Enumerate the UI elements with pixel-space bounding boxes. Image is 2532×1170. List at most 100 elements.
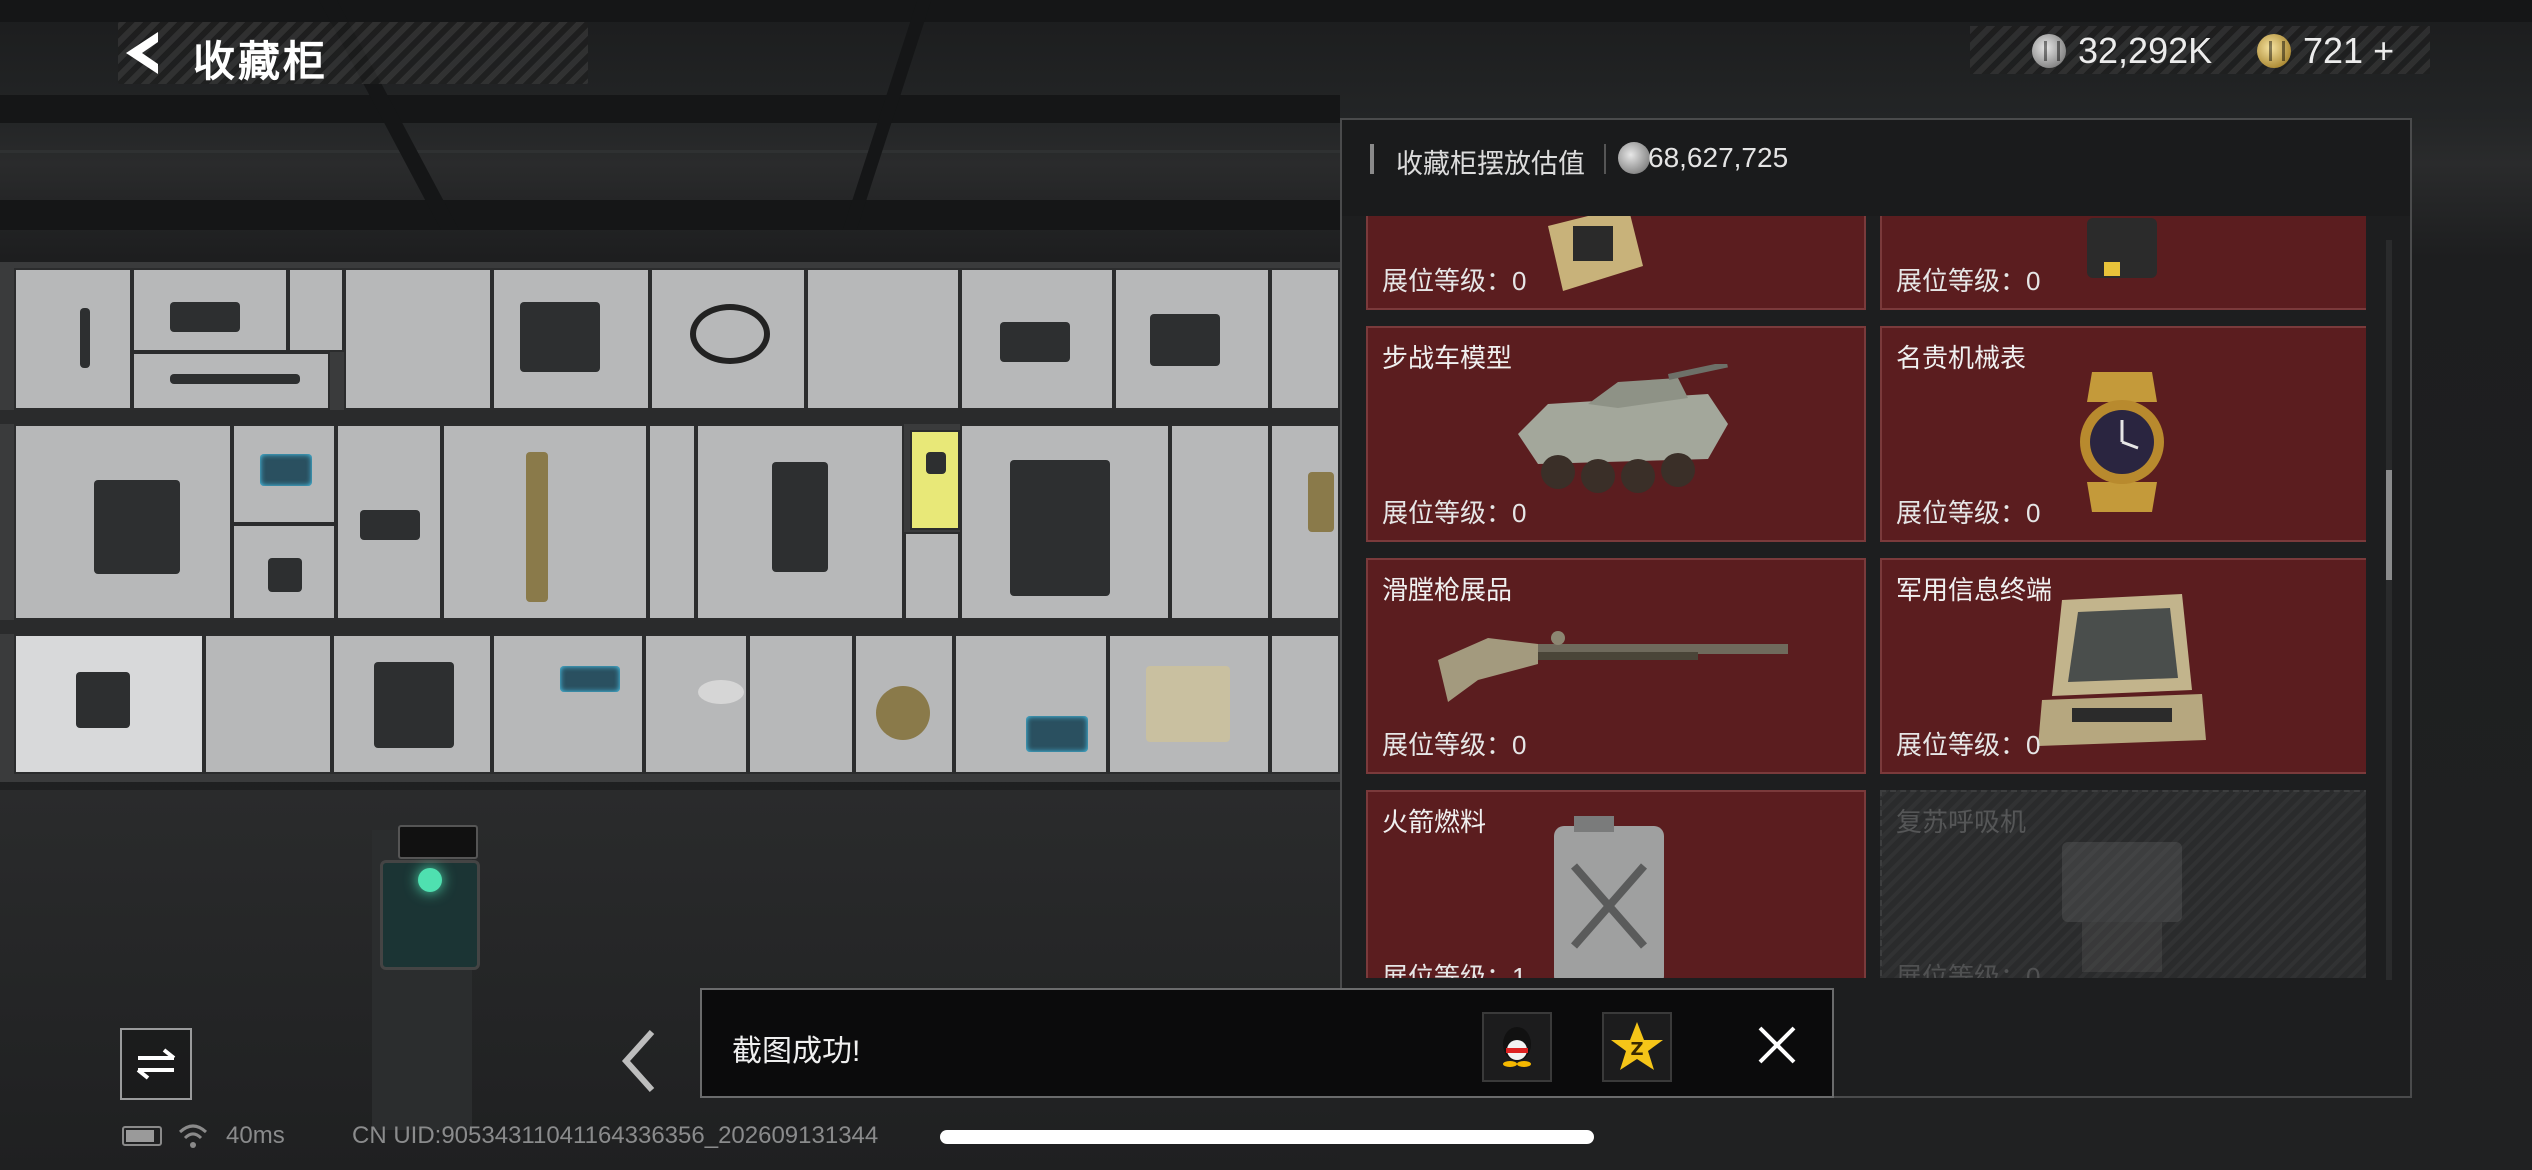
display-slot[interactable] [204, 634, 332, 774]
panel-header: 收藏柜摆放估值 68,627,725 [1342, 120, 2410, 216]
battery-icon [122, 1126, 162, 1146]
chess-board-icon [1146, 666, 1230, 742]
toast-message: 截图成功! [732, 1035, 861, 1068]
ceiling-line [0, 150, 1340, 153]
scrollbar-thumb[interactable] [2386, 470, 2392, 580]
musket-icon [1438, 620, 1798, 710]
display-slot[interactable] [1270, 634, 1340, 774]
display-slot[interactable] [1270, 268, 1340, 410]
qq-share-icon [1503, 1027, 1531, 1067]
display-slot[interactable] [14, 268, 132, 410]
floor [0, 790, 1340, 1170]
device-box-icon [2082, 218, 2162, 288]
display-slot[interactable] [288, 268, 344, 352]
shelf-divider [0, 620, 1340, 634]
panel-title: 收藏柜摆放估值 [1396, 149, 1585, 179]
display-slot[interactable] [644, 634, 748, 774]
collection-card[interactable]: 火箭燃料 展位等级：1 [1366, 790, 1866, 978]
display-slot[interactable] [648, 424, 696, 620]
swap-arrows-icon [136, 1048, 176, 1080]
collection-card[interactable]: 军用信息终端 展位等级：0 [1880, 558, 2366, 774]
divider [1604, 144, 1606, 174]
toolbox-icon [374, 662, 454, 748]
back-button[interactable] [118, 28, 168, 78]
terminal-sign [398, 825, 478, 859]
tablet-icon [260, 454, 312, 486]
shelf-divider [0, 410, 1340, 424]
collection-card[interactable]: 展位等级：0 [1880, 216, 2366, 310]
satellite-dish-icon [698, 680, 744, 704]
card-title: 军用信息终端 [1896, 575, 2053, 605]
collection-card[interactable]: 滑膛枪展品 展位等级：0 [1366, 558, 1866, 774]
scrollbar-track[interactable] [2386, 240, 2392, 980]
previous-button[interactable] [612, 1026, 672, 1096]
luxury-watch-icon [2062, 372, 2182, 512]
close-icon [1758, 1026, 1796, 1064]
display-slot[interactable] [1170, 424, 1270, 620]
card-level: 展位等级：0 [1896, 498, 2041, 528]
camera-icon [360, 510, 420, 540]
card-level: 展位等级：0 [1896, 962, 2041, 978]
server-rack-icon [1010, 460, 1110, 596]
qq-share-button[interactable] [1482, 1012, 1552, 1082]
close-button[interactable] [1752, 1020, 1802, 1070]
collection-card[interactable]: 步战车模型 展位等级：0 [1366, 326, 1866, 542]
display-slot[interactable] [806, 268, 960, 410]
status-bar: 40ms CN UID:9053431104116433635​6_202609… [122, 1120, 1022, 1154]
display-slot[interactable] [904, 532, 960, 620]
rocket-fuel-can-icon [1544, 816, 1674, 978]
bag-icon [76, 672, 130, 728]
silver-amount: 32,292K [2078, 30, 2213, 71]
rifle-icon [170, 374, 300, 384]
armor-icon [520, 302, 600, 372]
display-slot-selected[interactable] [910, 430, 960, 530]
ammo-crate-icon [1150, 314, 1220, 366]
qzone-share-icon: Z [1611, 1022, 1663, 1070]
collection-card-locked[interactable]: 复苏呼吸机 展位等级：0 [1880, 790, 2366, 978]
silver-coin-icon [2032, 34, 2066, 68]
home-indicator[interactable] [940, 1130, 1594, 1144]
card-title: 火箭燃料 [1382, 807, 1487, 837]
user-uid: CN UID:9053431104116433635​6_20260913134… [352, 1122, 879, 1149]
silver-coin-icon [1618, 142, 1650, 174]
collection-card[interactable]: 名贵机械表 展位等级：0 [1880, 326, 2366, 542]
collection-panel: 收藏柜摆放估值 68,627,725 展位等级：0 展位等级：0 步战车模型 展… [1340, 118, 2412, 1098]
drone-icon [690, 304, 770, 364]
display-slot[interactable] [344, 268, 492, 410]
wifi-icon [178, 1124, 208, 1148]
collection-card[interactable]: 展位等级：0 [1366, 216, 1866, 310]
card-level: 展位等级：0 [1382, 730, 1527, 760]
military-terminal-icon [2032, 590, 2212, 750]
terminal-glow-icon [418, 868, 442, 892]
card-title: 名贵机械表 [1896, 343, 2027, 373]
display-slot[interactable] [748, 634, 854, 774]
card-level: 展位等级：0 [1896, 730, 2041, 760]
switch-view-button[interactable] [120, 1028, 192, 1100]
tool-icon [80, 308, 90, 368]
add-icon[interactable]: + [2373, 30, 2394, 71]
infantry-vehicle-model-icon [1508, 361, 1738, 504]
gun-part-icon [170, 302, 240, 332]
gold-board-icon [1538, 216, 1648, 296]
item-grid[interactable]: 展位等级：0 展位等级：0 步战车模型 展位等级：0 名贵机械表 展位等级：0 … [1366, 216, 2366, 978]
battery-icon [560, 666, 620, 692]
gold-amount-button[interactable]: 721 + [2303, 30, 2394, 72]
back-arrow-icon [126, 32, 158, 74]
display-slot[interactable] [492, 634, 644, 774]
card-level: 展位等级：0 [1382, 498, 1527, 528]
screen-icon [1026, 716, 1088, 752]
card-level: 展位等级：1 [1382, 962, 1527, 978]
card-level: 展位等级：0 [1896, 266, 2041, 296]
display-slot[interactable] [954, 634, 1108, 774]
svg-text:Z: Z [1630, 1039, 1643, 1060]
chevron-left-icon [621, 1029, 655, 1093]
card-title: 步战车模型 [1382, 343, 1513, 373]
box-icon [268, 558, 302, 592]
network-ping: 40ms [226, 1122, 285, 1149]
ceiling-beam [0, 200, 1340, 230]
case-icon [1000, 322, 1070, 362]
prosthetic-leg-icon [526, 452, 548, 602]
card-title: 复苏呼吸机 [1896, 807, 2027, 837]
qzone-share-button[interactable]: Z [1602, 1012, 1672, 1082]
robot-arm-icon [772, 462, 828, 572]
